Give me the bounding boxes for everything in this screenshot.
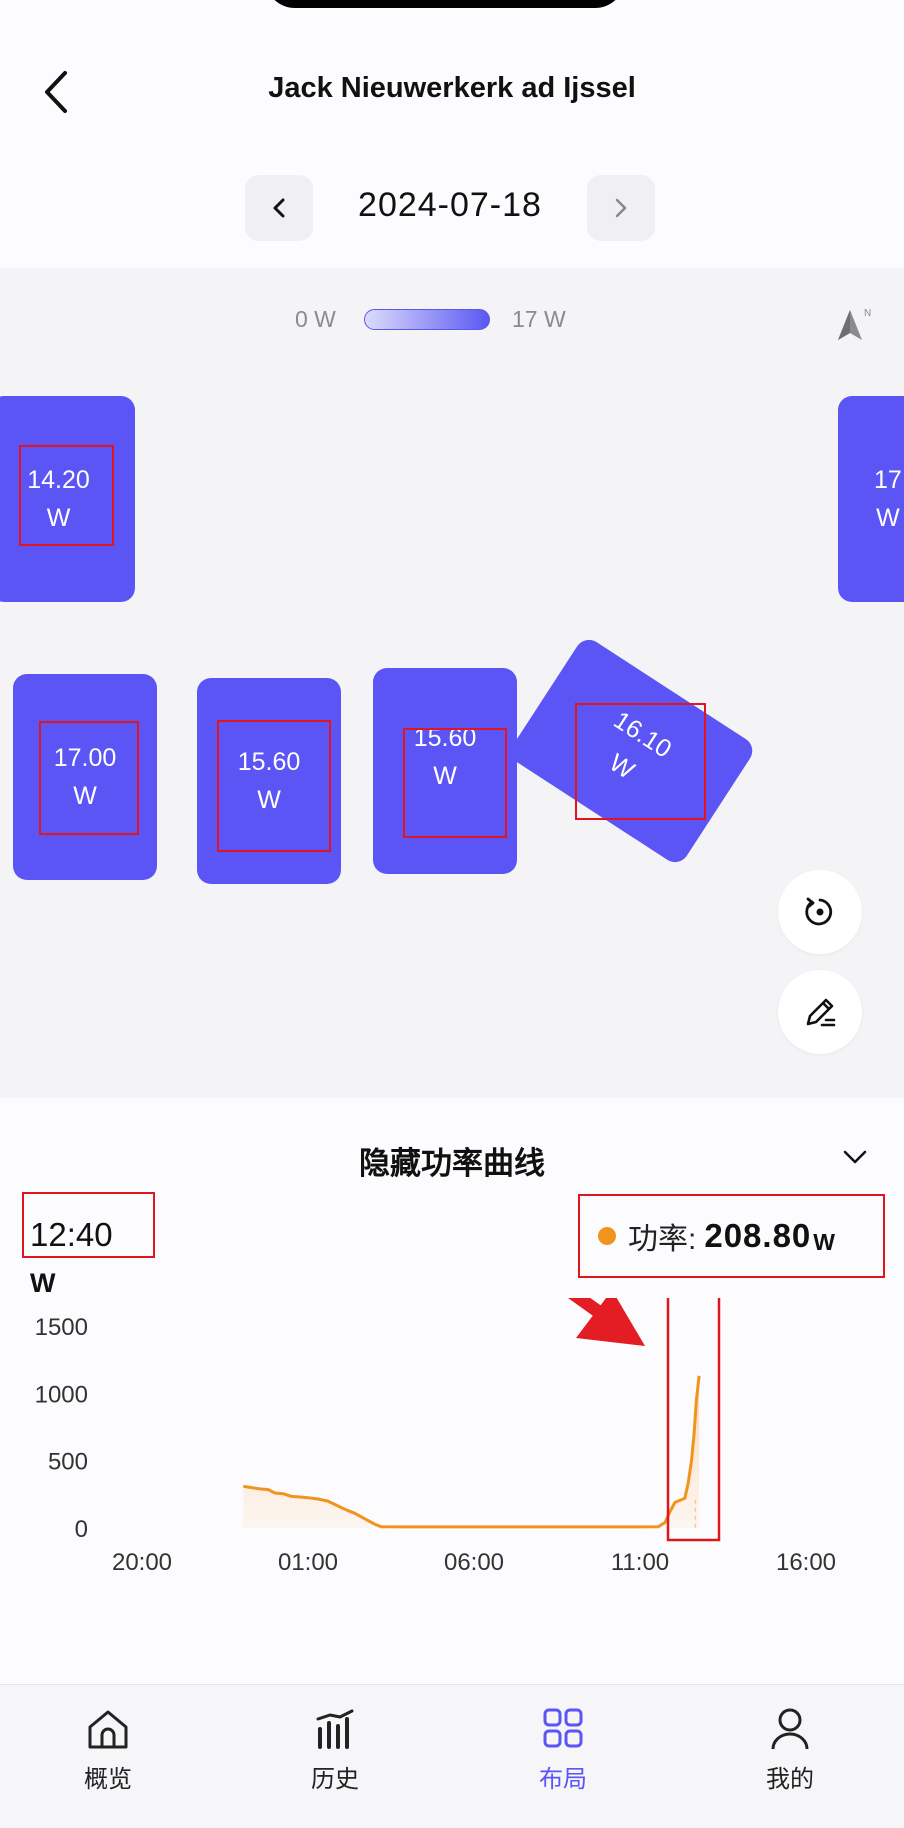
chevron-left-icon xyxy=(273,198,285,218)
cursor-time: 12:40 xyxy=(30,1216,113,1253)
tab-label: 概览 xyxy=(84,1766,132,1793)
previous-date-button[interactable] xyxy=(245,175,313,241)
compass-label: N xyxy=(864,308,871,319)
power-readout: 功率: 208.80 W xyxy=(598,1216,835,1256)
x-tick-label: 01:00 xyxy=(278,1549,338,1576)
highlight-box xyxy=(575,703,706,820)
device-notch xyxy=(265,0,625,8)
annotation-arrow xyxy=(568,1298,645,1346)
power-chart-section: 隐藏功率曲线 12:40 功率: 208.80 W W 1500 1000 500 0… xyxy=(0,1098,904,1684)
current-date[interactable]: 2024-07-18 xyxy=(330,186,570,225)
tab-label: 布局 xyxy=(539,1766,587,1793)
hide-power-curve-toggle[interactable]: 隐藏功率曲线 xyxy=(0,1138,904,1183)
tab-label: 我的 xyxy=(766,1766,814,1793)
y-tick-label: 0 xyxy=(75,1516,88,1543)
user-icon xyxy=(771,1708,809,1750)
tab-profile[interactable]: 我的 xyxy=(715,1707,865,1807)
highlight-box xyxy=(19,445,114,546)
screen: Jack Nieuwerkerk ad Ijssel 2024-07-18 0 … xyxy=(0,0,904,1828)
panel-power-unit: W xyxy=(876,504,900,532)
y-tick-label: 1500 xyxy=(35,1314,88,1341)
x-tick-label: 06:00 xyxy=(444,1549,504,1576)
x-tick-label: 20:00 xyxy=(112,1549,172,1576)
tab-history[interactable]: 历史 xyxy=(260,1707,410,1807)
tab-label: 历史 xyxy=(311,1766,359,1793)
next-date-button[interactable] xyxy=(587,175,655,241)
y-tick-label: 1000 xyxy=(35,1381,88,1408)
layout-grid-icon xyxy=(543,1708,583,1748)
bottom-tab-bar: 概览 历史 布局 我的 xyxy=(0,1684,904,1828)
tab-overview[interactable]: 概览 xyxy=(33,1707,183,1807)
solar-panel-2[interactable]: 17 W xyxy=(838,396,904,602)
legend-gradient-bar xyxy=(364,309,490,330)
highlight-box xyxy=(39,721,139,835)
y-axis-unit: W xyxy=(30,1268,56,1298)
tab-layout[interactable]: 布局 xyxy=(488,1707,638,1807)
history-chart-icon xyxy=(316,1709,354,1749)
power-curve-chart[interactable]: 1500 1000 500 0 20:00 01:00 06:00 11:00 16:00 xyxy=(0,1298,904,1598)
legend-max: 17 W xyxy=(512,306,566,332)
legend-min: 0 W xyxy=(295,306,336,332)
highlight-box xyxy=(217,720,331,852)
highlight-box xyxy=(403,728,507,838)
series-dot xyxy=(598,1227,616,1245)
y-tick-label: 500 xyxy=(48,1449,88,1476)
power-area xyxy=(243,1375,700,1528)
home-icon xyxy=(88,1710,128,1749)
edit-layout-button[interactable] xyxy=(778,970,862,1054)
power-unit: W xyxy=(813,1228,835,1255)
chevron-right-icon xyxy=(615,198,627,218)
panel-power-value: 17 xyxy=(874,466,902,494)
panel-layout-canvas[interactable]: 0 W 17 W N 14.20 W 17 W 17.00 W 15.60 W … xyxy=(0,268,904,1098)
date-navigator: 2024-07-18 xyxy=(0,172,904,242)
rotate-icon xyxy=(805,897,833,926)
compass-north-icon: N xyxy=(838,308,871,340)
power-value: 208.80 xyxy=(704,1217,812,1254)
x-tick-label: 11:00 xyxy=(611,1549,669,1576)
chevron-down-icon[interactable] xyxy=(840,1142,870,1172)
rotate-button[interactable] xyxy=(778,870,862,954)
x-tick-label: 16:00 xyxy=(776,1549,836,1576)
edit-pen-icon xyxy=(806,998,836,1027)
page-title: Jack Nieuwerkerk ad Ijssel xyxy=(268,72,636,104)
power-label: 功率: xyxy=(628,1223,697,1256)
header: Jack Nieuwerkerk ad Ijssel xyxy=(0,40,904,140)
